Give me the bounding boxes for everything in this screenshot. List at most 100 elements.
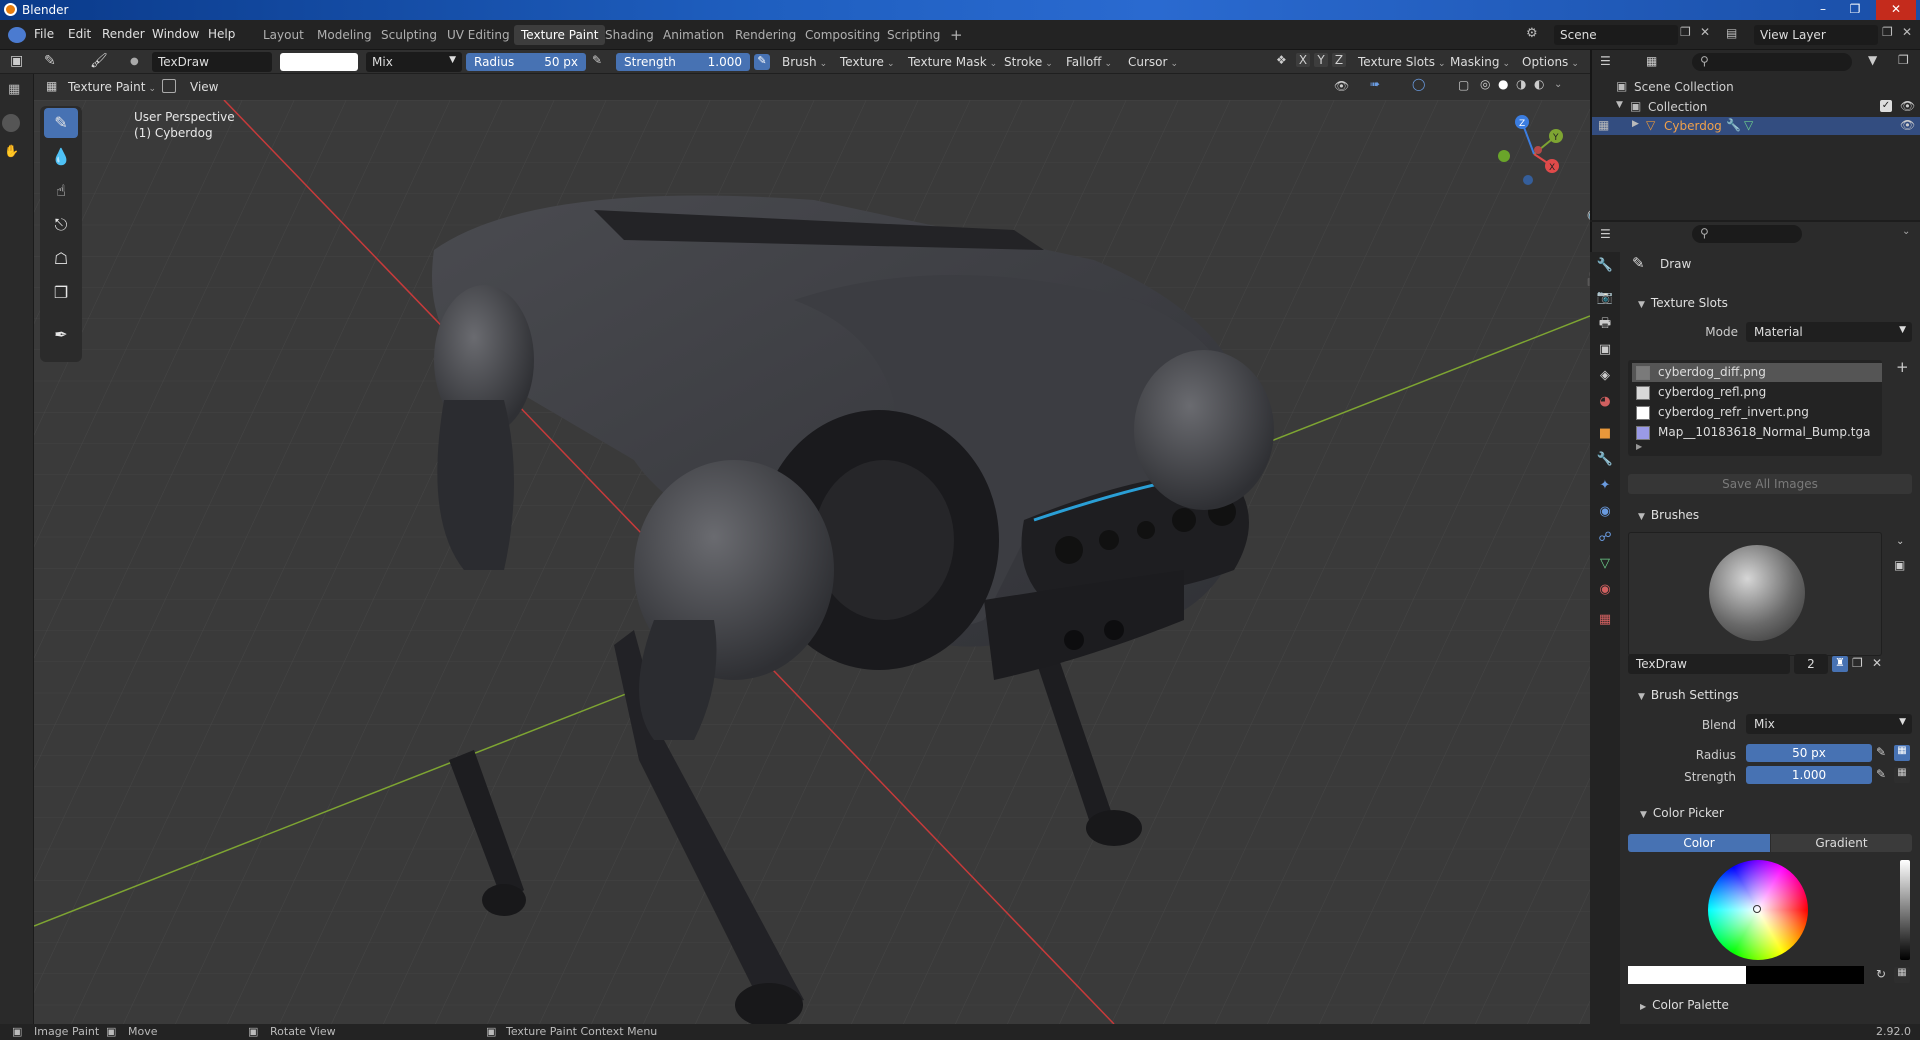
outliner-search-input[interactable]: ⚲ <box>1692 53 1852 71</box>
radius-pressure-icon[interactable]: ✎ <box>1876 745 1886 759</box>
add-slot-icon[interactable]: + <box>1896 358 1909 376</box>
add-workspace-icon[interactable]: + <box>944 25 969 45</box>
tab-scripting[interactable]: Scripting <box>880 25 947 45</box>
save-all-images-button[interactable]: Save All Images <box>1628 474 1912 494</box>
close-button[interactable]: ✕ <box>1876 0 1916 20</box>
radius-pressure-icon[interactable]: ✎ <box>592 53 602 67</box>
minimize-button[interactable]: – <box>1810 0 1836 20</box>
strength-pressure-icon[interactable]: ✎ <box>1876 767 1886 781</box>
solid-shading-icon[interactable]: ● <box>1498 77 1508 91</box>
shading-options-icon[interactable]: ⌄ <box>1554 79 1562 90</box>
data-tab-icon[interactable]: ▽ <box>1595 554 1615 574</box>
strength-pressure-icon[interactable]: ✎ <box>754 54 770 70</box>
render-tab-icon[interactable]: 📷 <box>1595 288 1615 308</box>
masking-menu[interactable]: Masking ⌄ <box>1444 52 1516 72</box>
unlink-brush-icon[interactable]: ✕ <box>1872 656 1882 670</box>
fill-tool-icon[interactable]: ☖ <box>44 244 78 274</box>
texture-tab-icon[interactable]: ▦ <box>1595 610 1615 630</box>
outliner-row-cyberdog[interactable]: ▦ ▶ ▽ Cyberdog 🔧 ▽ 👁 <box>1592 117 1920 135</box>
tab-texture-paint[interactable]: Texture Paint <box>514 25 606 45</box>
properties-search-input[interactable]: ⚲ <box>1692 225 1802 243</box>
properties-editor-icon[interactable]: ☰ <box>1600 227 1611 241</box>
new-view-layer-icon[interactable]: ❐ <box>1882 25 1893 39</box>
brush-preview-area[interactable] <box>1628 532 1882 656</box>
radius-slider[interactable]: 50 px <box>1746 744 1872 762</box>
tab-modeling[interactable]: Modeling <box>310 25 379 45</box>
symmetry-icon[interactable]: ❖ <box>1276 53 1287 67</box>
menu-window[interactable]: Window <box>152 27 199 41</box>
swap-colors-icon[interactable]: ↻ <box>1876 967 1886 981</box>
outliner-row-scene-collection[interactable]: ▣ Scene Collection <box>1592 78 1920 96</box>
world-tab-icon[interactable]: ◕ <box>1595 392 1615 412</box>
delete-view-layer-icon[interactable]: ✕ <box>1902 25 1912 39</box>
view-layer-field[interactable]: View Layer <box>1754 25 1878 45</box>
symmetry-x-toggle[interactable]: X <box>1296 53 1310 67</box>
gradient-tab[interactable]: Gradient <box>1771 834 1912 852</box>
maximize-button[interactable]: ❐ <box>1842 0 1868 20</box>
tab-sculpting[interactable]: Sculpting <box>374 25 444 45</box>
mode-select[interactable]: Texture Paint ⌄ <box>62 77 162 97</box>
brush-image-icon[interactable]: ▣ <box>1894 558 1905 572</box>
color-wheel[interactable] <box>1708 860 1808 960</box>
expand-arrow-icon[interactable]: ▼ <box>1616 100 1623 110</box>
delete-scene-icon[interactable]: ✕ <box>1700 25 1710 39</box>
blend-mode-select[interactable]: Mix ▼ <box>366 52 462 72</box>
brush-name-field[interactable]: TexDraw <box>152 52 272 72</box>
wireframe-shading-icon[interactable]: ◎ <box>1480 77 1490 91</box>
filter-icon[interactable]: ▼ <box>1868 53 1877 67</box>
paint-mask-toggle[interactable] <box>162 79 176 93</box>
expand-arrow-icon[interactable]: ▶ <box>1632 119 1639 129</box>
tool-tab-icon[interactable]: 🔧 <box>1595 256 1615 276</box>
stroke-menu[interactable]: Stroke ⌄ <box>998 52 1059 72</box>
rendered-shading-icon[interactable]: ◐ <box>1534 77 1544 91</box>
object-tab-icon[interactable]: ■ <box>1595 424 1615 444</box>
menu-file[interactable]: File <box>34 27 54 41</box>
options-menu[interactable]: Options ⌄ <box>1516 52 1585 72</box>
gizmo-toggle-icon[interactable]: ➠ <box>1370 77 1380 91</box>
secondary-color-swatch[interactable] <box>1746 966 1864 984</box>
material-tab-icon[interactable]: ◉ <box>1595 580 1615 600</box>
brush-color-swatch[interactable] <box>280 53 358 71</box>
chevron-down-icon[interactable]: ⌄ <box>1902 226 1910 237</box>
display-mode-icon[interactable]: ▦ <box>1646 54 1657 68</box>
outliner-editor-icon[interactable]: ☰ <box>1600 54 1611 68</box>
clone-tool-icon[interactable]: ⎋ <box>44 210 78 240</box>
view-layer-tab-icon[interactable]: ▣ <box>1595 340 1615 360</box>
brushes-panel-header[interactable]: ▼ Brushes <box>1628 504 1914 526</box>
menu-help[interactable]: Help <box>208 27 235 41</box>
value-slider[interactable] <box>1900 860 1910 960</box>
tab-shading[interactable]: Shading <box>598 25 661 45</box>
material-shading-icon[interactable]: ◑ <box>1516 77 1526 91</box>
object-visibility-icon[interactable]: 👁 <box>1900 118 1915 132</box>
texture-slot-row[interactable]: cyberdog_diff.png <box>1632 363 1882 382</box>
editor-type-icon[interactable]: ▣ <box>10 53 23 69</box>
strength-slider[interactable]: Strength 1.000 <box>616 53 750 71</box>
color-picker-subpanel-header[interactable]: ▼ Color Picker <box>1640 806 1724 820</box>
annotate-tool-icon[interactable]: ✒ <box>44 320 78 350</box>
duplicate-brush-icon[interactable]: ❐ <box>1852 656 1863 670</box>
radius-unified-icon[interactable]: ▦ <box>1894 745 1910 761</box>
menu-edit[interactable]: Edit <box>68 27 91 41</box>
overlay-toggle-icon[interactable]: ◯ <box>1412 77 1425 91</box>
tab-rendering[interactable]: Rendering <box>728 25 803 45</box>
scene-selector-icon[interactable]: ⚙ <box>1526 26 1538 41</box>
particles-tab-icon[interactable]: ✦ <box>1595 476 1615 496</box>
xray-toggle-icon[interactable]: ▢ <box>1458 78 1469 92</box>
texture-mask-menu[interactable]: Texture Mask ⌄ <box>902 52 1003 72</box>
tab-animation[interactable]: Animation <box>656 25 731 45</box>
mode-icon[interactable]: ▦ <box>8 82 20 97</box>
hand-icon[interactable]: ✋ <box>4 144 19 158</box>
symmetry-y-toggle[interactable]: Y <box>1314 53 1328 67</box>
tool-icon[interactable]: ✎ <box>44 53 56 69</box>
output-tab-icon[interactable]: 🖶 <box>1595 314 1615 334</box>
chevron-down-icon[interactable]: ⌄ <box>1896 536 1904 547</box>
cursor-menu[interactable]: Cursor ⌄ <box>1122 52 1184 72</box>
strength-unified-icon[interactable]: ▦ <box>1894 767 1910 783</box>
modifier-tab-icon[interactable]: 🔧 <box>1595 450 1615 470</box>
collection-visibility-icon[interactable]: 👁 <box>1900 99 1915 113</box>
unified-color-icon[interactable]: ▦ <box>1894 967 1910 983</box>
mask-tool-icon[interactable]: ❐ <box>44 278 78 308</box>
color-palette-subpanel-header[interactable]: ▶ Color Palette <box>1640 998 1729 1012</box>
smear-tool-icon[interactable]: ☝ <box>44 176 78 206</box>
texture-slot-row[interactable]: cyberdog_refr_invert.png <box>1632 403 1882 422</box>
